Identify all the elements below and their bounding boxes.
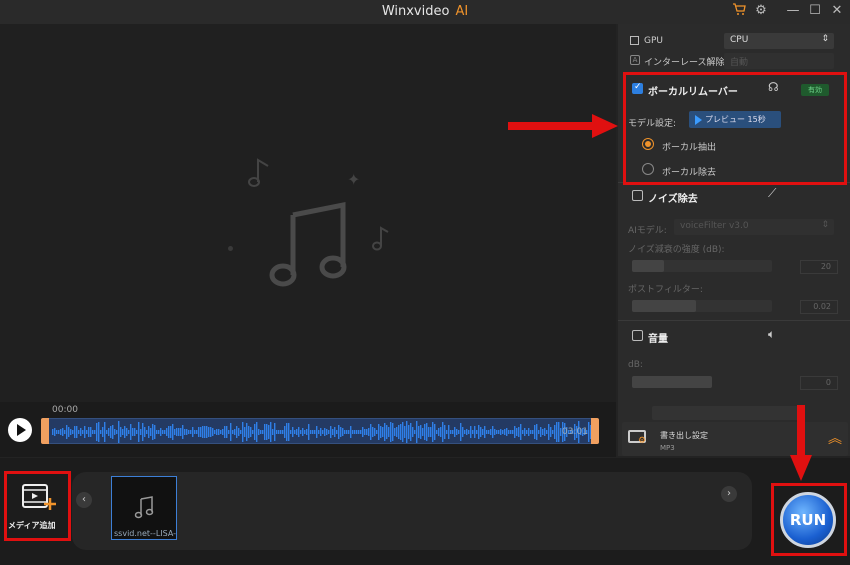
noise-reduction-label: ノイズ減衰の強度 (dB): bbox=[628, 245, 725, 255]
volume-slider[interactable] bbox=[632, 376, 712, 388]
scroll-left-button[interactable]: ‹ bbox=[76, 492, 92, 508]
annotation-box-run bbox=[771, 483, 847, 556]
title-bar: Winxvideo AI ⚙ — ☐ ✕ bbox=[0, 0, 850, 24]
play-button[interactable] bbox=[8, 418, 32, 442]
minimize-icon[interactable]: — bbox=[784, 3, 802, 18]
time-start: 00:00 bbox=[52, 405, 78, 415]
media-thumbnail[interactable]: ssvid.net--LISA-J bbox=[111, 476, 177, 540]
preview-area: ✦ bbox=[0, 24, 616, 402]
output-format: MP3 bbox=[660, 444, 675, 452]
time-end: 03:01 bbox=[562, 427, 588, 437]
chevron-updown-icon: ⇕ bbox=[821, 34, 829, 44]
noise-title: ノイズ除去 bbox=[648, 194, 698, 205]
waveform-track[interactable] bbox=[46, 418, 596, 444]
music-note-icon bbox=[269, 201, 347, 287]
noise-reduction-slider[interactable] bbox=[632, 260, 772, 272]
chevron-updown-icon: ⇕ bbox=[821, 220, 829, 230]
gpu-select[interactable]: CPU ⇕ bbox=[724, 33, 834, 49]
small-note-icon bbox=[248, 158, 269, 187]
noise-checkbox[interactable] bbox=[632, 190, 643, 201]
deinterlace-icon: A bbox=[630, 55, 640, 65]
gpu-select-value: CPU bbox=[730, 35, 749, 45]
output-settings[interactable]: ⚙ 書き出し設定 MP3 ︽ bbox=[622, 422, 848, 456]
dot-decoration bbox=[228, 246, 233, 251]
media-file-name: ssvid.net--LISA-J bbox=[114, 529, 176, 538]
annotation-arrow-right bbox=[508, 114, 618, 138]
scroll-right-button[interactable]: › bbox=[721, 486, 737, 502]
trim-handle-right[interactable] bbox=[591, 418, 599, 444]
close-icon[interactable]: ✕ bbox=[828, 3, 846, 18]
postfilter-slider[interactable] bbox=[632, 300, 772, 312]
cart-icon[interactable] bbox=[730, 3, 748, 20]
sparkle-icon: ✦ bbox=[347, 170, 361, 189]
noise-reduction-value[interactable]: 20 bbox=[800, 260, 838, 274]
db-label: dB: bbox=[628, 360, 643, 370]
trim-handle-left[interactable] bbox=[41, 418, 49, 444]
app-title-ai: AI bbox=[455, 4, 469, 19]
chevron-up-double-icon[interactable]: ︽ bbox=[828, 428, 842, 448]
ai-model-label: AIモデル: bbox=[628, 226, 667, 236]
music-note-icon bbox=[134, 496, 154, 519]
volume-checkbox[interactable] bbox=[632, 330, 643, 341]
deinterlace-value: 自動 bbox=[730, 58, 749, 68]
annotation-box-add-media bbox=[4, 471, 71, 541]
waveform bbox=[52, 421, 592, 443]
divider bbox=[618, 320, 850, 321]
timeline: 00:00 03:01 bbox=[0, 402, 616, 457]
ai-model-select[interactable]: voiceFilter v3.0 ⇕ bbox=[674, 219, 834, 235]
postfilter-label: ポストフィルター: bbox=[628, 285, 703, 295]
ai-model-value: voiceFilter v3.0 bbox=[680, 221, 749, 231]
app-title: Winxvideo AI bbox=[0, 4, 850, 19]
speaker-icon: 🔈︎ bbox=[768, 327, 776, 341]
gpu-icon bbox=[630, 36, 639, 45]
app-window: Winxvideo AI ⚙ — ☐ ✕ ✦ 00:00 03:01 GPU C… bbox=[0, 0, 850, 565]
apply-all-button[interactable] bbox=[652, 406, 802, 420]
small-note-icon-right bbox=[372, 226, 389, 251]
annotation-box-vocal bbox=[623, 72, 847, 185]
volume-value[interactable]: 0 bbox=[800, 376, 838, 390]
gpu-label: GPU bbox=[644, 36, 663, 46]
gear-icon[interactable]: ⚙ bbox=[752, 3, 770, 18]
postfilter-value[interactable]: 0.02 bbox=[800, 300, 838, 314]
deinterlace-select[interactable]: 自動 bbox=[724, 53, 834, 69]
output-settings-label: 書き出し設定 bbox=[660, 431, 708, 440]
noise-wand-icon: ⟋ bbox=[768, 186, 777, 200]
monitor-gear-icon: ⚙ bbox=[628, 430, 646, 446]
maximize-icon[interactable]: ☐ bbox=[806, 3, 824, 18]
app-title-text: Winxvideo bbox=[381, 4, 450, 19]
volume-title: 音量 bbox=[648, 334, 668, 345]
deinterlace-label: インターレース解除 bbox=[644, 58, 725, 68]
annotation-arrow-down bbox=[790, 405, 812, 481]
